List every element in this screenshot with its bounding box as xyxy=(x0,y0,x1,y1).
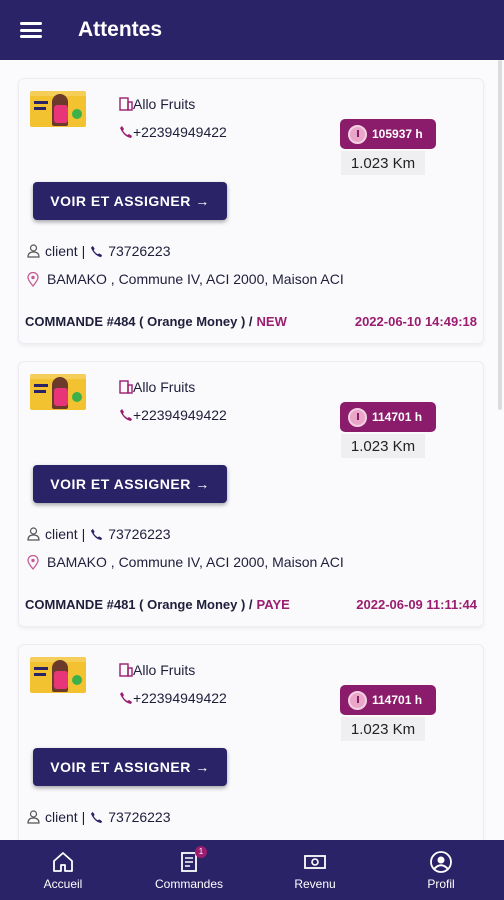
order-status: NEW xyxy=(256,314,287,329)
user-icon xyxy=(27,527,40,541)
shop-name-row: Allo Fruits xyxy=(119,662,195,678)
order-info: COMMANDE #484 ( Orange Money ) / NEW xyxy=(25,314,287,329)
user-icon xyxy=(27,810,40,824)
nav-label: Accueil xyxy=(43,876,83,891)
shop-name: Allo Fruits xyxy=(133,379,196,395)
menu-button[interactable] xyxy=(0,0,62,60)
nav-accueil[interactable]: Accueil xyxy=(0,840,126,900)
phone-icon xyxy=(119,691,133,705)
order-card: Allo Fruits +22394949422 114701 h 1.023 … xyxy=(18,361,484,627)
page-title: Attentes xyxy=(78,18,163,41)
elapsed-time: 105937 h xyxy=(372,127,423,141)
clock-icon xyxy=(348,407,367,427)
elapsed-time: 114701 h xyxy=(372,410,423,424)
distance: 1.023 Km xyxy=(341,434,425,458)
profile-icon xyxy=(429,850,453,874)
order-info: COMMANDE #481 ( Orange Money ) / PAYE xyxy=(25,597,290,612)
shop-name-row: Allo Fruits xyxy=(119,96,195,112)
orders-list[interactable]: Allo Fruits +22394949422 105937 h 1.023 … xyxy=(0,60,504,840)
shop-phone-row: +22394949422 xyxy=(119,407,227,423)
client-row: client | 73726223 xyxy=(27,243,171,259)
store-icon xyxy=(119,663,133,677)
address-row: BAMAKO , Commune IV, ACI 2000, Maison AC… xyxy=(27,554,344,570)
phone-icon xyxy=(119,125,133,139)
shop-image xyxy=(30,91,86,127)
app-bar: Attentes xyxy=(0,0,504,60)
elapsed-time-badge: 105937 h xyxy=(340,119,436,149)
shop-phone[interactable]: +22394949422 xyxy=(133,407,227,423)
client-phone[interactable]: 73726223 xyxy=(108,243,170,259)
store-icon xyxy=(119,380,133,394)
money-icon xyxy=(303,850,327,874)
orders-icon: 1 xyxy=(177,845,207,874)
address: BAMAKO , Commune IV, ACI 2000, Maison AC… xyxy=(47,554,344,570)
order-number: COMMANDE #481 ( Orange Money ) / xyxy=(25,597,253,612)
shop-image xyxy=(30,374,86,410)
nav-label: Revenu xyxy=(294,876,336,891)
client-row: client | 73726223 xyxy=(27,526,171,542)
order-status: PAYE xyxy=(256,597,290,612)
order-date: 2022-06-09 11:11:44 xyxy=(356,597,477,612)
shop-phone[interactable]: +22394949422 xyxy=(133,690,227,706)
nav-label: Profil xyxy=(427,876,455,891)
client-label: client | xyxy=(45,243,86,259)
elapsed-time-badge: 114701 h xyxy=(340,402,436,432)
shop-phone[interactable]: +22394949422 xyxy=(133,124,227,140)
order-card: Allo Fruits +22394949422 105937 h 1.023 … xyxy=(18,78,484,344)
phone-icon xyxy=(90,245,103,258)
address-row: BAMAKO , Commune IV, ACI 2000, Maison AC… xyxy=(27,271,344,287)
bottom-navigation: Accueil 1 Commandes Revenu Profil xyxy=(0,840,504,900)
distance: 1.023 Km xyxy=(341,151,425,175)
home-icon xyxy=(51,850,75,874)
store-icon xyxy=(119,97,133,111)
shop-phone-row: +22394949422 xyxy=(119,124,227,140)
client-label: client | xyxy=(45,526,86,542)
scrollbar[interactable] xyxy=(498,60,502,410)
client-phone[interactable]: 73726223 xyxy=(108,526,170,542)
distance: 1.023 Km xyxy=(341,717,425,741)
phone-icon xyxy=(90,811,103,824)
client-phone[interactable]: 73726223 xyxy=(108,809,170,825)
elapsed-time-badge: 114701 h xyxy=(340,685,436,715)
phone-icon xyxy=(90,528,103,541)
shop-image xyxy=(30,657,86,693)
address: BAMAKO , Commune IV, ACI 2000, Maison AC… xyxy=(47,271,344,287)
nav-profil[interactable]: Profil xyxy=(378,840,504,900)
nav-label: Commandes xyxy=(154,876,224,891)
nav-commandes[interactable]: 1 Commandes xyxy=(126,840,252,900)
location-pin-icon xyxy=(27,271,39,287)
elapsed-time: 114701 h xyxy=(372,693,423,707)
shop-name-row: Allo Fruits xyxy=(119,379,195,395)
shop-name: Allo Fruits xyxy=(133,662,196,678)
user-icon xyxy=(27,244,40,258)
nav-revenu[interactable]: Revenu xyxy=(252,840,378,900)
client-row: client | 73726223 xyxy=(27,809,171,825)
shop-phone-row: +22394949422 xyxy=(119,690,227,706)
shop-name: Allo Fruits xyxy=(133,96,196,112)
order-card: Allo Fruits +22394949422 114701 h 1.023 … xyxy=(18,644,484,840)
assign-button[interactable]: VOIR ET ASSIGNER → xyxy=(33,748,227,786)
order-number: COMMANDE #484 ( Orange Money ) / xyxy=(25,314,253,329)
clock-icon xyxy=(348,690,367,710)
phone-icon xyxy=(119,408,133,422)
assign-button[interactable]: VOIR ET ASSIGNER → xyxy=(33,465,227,503)
orders-count-badge: 1 xyxy=(195,845,207,858)
assign-button[interactable]: VOIR ET ASSIGNER → xyxy=(33,182,227,220)
location-pin-icon xyxy=(27,554,39,570)
order-date: 2022-06-10 14:49:18 xyxy=(354,314,477,329)
client-label: client | xyxy=(45,809,86,825)
clock-icon xyxy=(348,124,367,144)
menu-icon xyxy=(20,22,42,38)
